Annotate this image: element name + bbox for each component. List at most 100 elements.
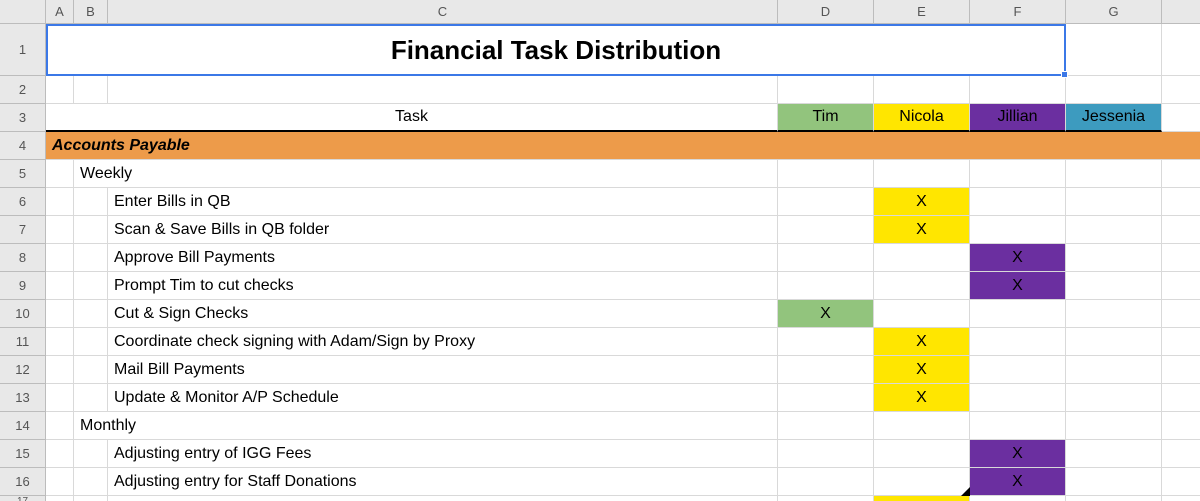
cell-d17[interactable] bbox=[778, 496, 874, 501]
cell-f7[interactable] bbox=[970, 216, 1066, 244]
cell-b8[interactable] bbox=[74, 244, 108, 272]
cell-h7[interactable] bbox=[1162, 216, 1200, 244]
mark-f9[interactable]: X bbox=[970, 272, 1066, 300]
cell-d11[interactable] bbox=[778, 328, 874, 356]
cell-a9[interactable] bbox=[46, 272, 74, 300]
mark-e12[interactable]: X bbox=[874, 356, 970, 384]
cell-a10[interactable] bbox=[46, 300, 74, 328]
task-enter-bills[interactable]: Enter Bills in QB bbox=[108, 188, 778, 216]
cell-d16[interactable] bbox=[778, 468, 874, 496]
cell-f17[interactable] bbox=[970, 496, 1066, 501]
row-header-5[interactable]: 5 bbox=[0, 160, 46, 188]
cell-e8[interactable] bbox=[874, 244, 970, 272]
group-monthly-label[interactable]: Monthly bbox=[74, 412, 778, 440]
task-staff-donations[interactable]: Adjusting entry for Staff Donations bbox=[108, 468, 778, 496]
cell-f12[interactable] bbox=[970, 356, 1066, 384]
cell-e16[interactable] bbox=[874, 468, 970, 496]
cell-g12[interactable] bbox=[1066, 356, 1162, 384]
cell-a8[interactable] bbox=[46, 244, 74, 272]
cell-g8[interactable] bbox=[1066, 244, 1162, 272]
cell-a13[interactable] bbox=[46, 384, 74, 412]
cell-d8[interactable] bbox=[778, 244, 874, 272]
cell-h12[interactable] bbox=[1162, 356, 1200, 384]
section-accounts-payable[interactable]: Accounts Payable bbox=[46, 132, 1200, 160]
header-tim[interactable]: Tim bbox=[778, 104, 874, 132]
cell-g2[interactable] bbox=[1066, 76, 1162, 104]
cell-h15[interactable] bbox=[1162, 440, 1200, 468]
task-cut-sign[interactable]: Cut & Sign Checks bbox=[108, 300, 778, 328]
cell-e5[interactable] bbox=[874, 160, 970, 188]
cell-h9[interactable] bbox=[1162, 272, 1200, 300]
cell-g5[interactable] bbox=[1066, 160, 1162, 188]
row-header-14[interactable]: 14 bbox=[0, 412, 46, 440]
task-mail-payments[interactable]: Mail Bill Payments bbox=[108, 356, 778, 384]
cell-c2[interactable] bbox=[108, 76, 778, 104]
cell-h3[interactable] bbox=[1162, 104, 1200, 132]
cell-h6[interactable] bbox=[1162, 188, 1200, 216]
col-header-next[interactable] bbox=[1162, 0, 1200, 24]
cell-g16[interactable] bbox=[1066, 468, 1162, 496]
cell-h16[interactable] bbox=[1162, 468, 1200, 496]
cell-h14[interactable] bbox=[1162, 412, 1200, 440]
cell-b9[interactable] bbox=[74, 272, 108, 300]
task-approve-payments[interactable]: Approve Bill Payments bbox=[108, 244, 778, 272]
row-header-1[interactable]: 1 bbox=[0, 24, 46, 76]
cell-h10[interactable] bbox=[1162, 300, 1200, 328]
cell-g14[interactable] bbox=[1066, 412, 1162, 440]
selection-handle[interactable] bbox=[1061, 71, 1068, 78]
cell-b11[interactable] bbox=[74, 328, 108, 356]
cell-h11[interactable] bbox=[1162, 328, 1200, 356]
cell-a14[interactable] bbox=[46, 412, 74, 440]
task-prompt-tim[interactable]: Prompt Tim to cut checks bbox=[108, 272, 778, 300]
cell-g6[interactable] bbox=[1066, 188, 1162, 216]
cell-d15[interactable] bbox=[778, 440, 874, 468]
cell-b7[interactable] bbox=[74, 216, 108, 244]
group-weekly-label[interactable]: Weekly bbox=[74, 160, 778, 188]
mark-e17[interactable] bbox=[874, 496, 970, 501]
mark-f8[interactable]: X bbox=[970, 244, 1066, 272]
cell-g10[interactable] bbox=[1066, 300, 1162, 328]
mark-e6[interactable]: X bbox=[874, 188, 970, 216]
cell-b15[interactable] bbox=[74, 440, 108, 468]
mark-e13[interactable]: X bbox=[874, 384, 970, 412]
cell-f11[interactable] bbox=[970, 328, 1066, 356]
cell-b16[interactable] bbox=[74, 468, 108, 496]
col-header-g[interactable]: G bbox=[1066, 0, 1162, 24]
cell-g13[interactable] bbox=[1066, 384, 1162, 412]
row-header-16[interactable]: 16 bbox=[0, 468, 46, 496]
cell-g7[interactable] bbox=[1066, 216, 1162, 244]
cell-b6[interactable] bbox=[74, 188, 108, 216]
cell-g1[interactable] bbox=[1066, 24, 1162, 76]
cell-g17[interactable] bbox=[1066, 496, 1162, 501]
cell-h17[interactable] bbox=[1162, 496, 1200, 501]
row-header-11[interactable]: 11 bbox=[0, 328, 46, 356]
cell-f2[interactable] bbox=[970, 76, 1066, 104]
cell-b2[interactable] bbox=[74, 76, 108, 104]
row-header-15[interactable]: 15 bbox=[0, 440, 46, 468]
cell-b10[interactable] bbox=[74, 300, 108, 328]
cell-d12[interactable] bbox=[778, 356, 874, 384]
title-cell[interactable]: Financial Task Distribution bbox=[46, 24, 1066, 76]
cell-f5[interactable] bbox=[970, 160, 1066, 188]
cell-h13[interactable] bbox=[1162, 384, 1200, 412]
row-header-4[interactable]: 4 bbox=[0, 132, 46, 160]
col-header-c[interactable]: C bbox=[108, 0, 778, 24]
cell-d5[interactable] bbox=[778, 160, 874, 188]
row-header-13[interactable]: 13 bbox=[0, 384, 46, 412]
cell-a2[interactable] bbox=[46, 76, 74, 104]
select-all-corner[interactable] bbox=[0, 0, 46, 24]
cell-a7[interactable] bbox=[46, 216, 74, 244]
cell-a16[interactable] bbox=[46, 468, 74, 496]
note-indicator-icon[interactable] bbox=[961, 487, 970, 496]
cell-e15[interactable] bbox=[874, 440, 970, 468]
cell-a12[interactable] bbox=[46, 356, 74, 384]
cell-g11[interactable] bbox=[1066, 328, 1162, 356]
row-header-8[interactable]: 8 bbox=[0, 244, 46, 272]
cell-d14[interactable] bbox=[778, 412, 874, 440]
header-nicola[interactable]: Nicola bbox=[874, 104, 970, 132]
cell-d7[interactable] bbox=[778, 216, 874, 244]
col-header-f[interactable]: F bbox=[970, 0, 1066, 24]
task-coordinate-signing[interactable]: Coordinate check signing with Adam/Sign … bbox=[108, 328, 778, 356]
cell-a11[interactable] bbox=[46, 328, 74, 356]
cell-e10[interactable] bbox=[874, 300, 970, 328]
